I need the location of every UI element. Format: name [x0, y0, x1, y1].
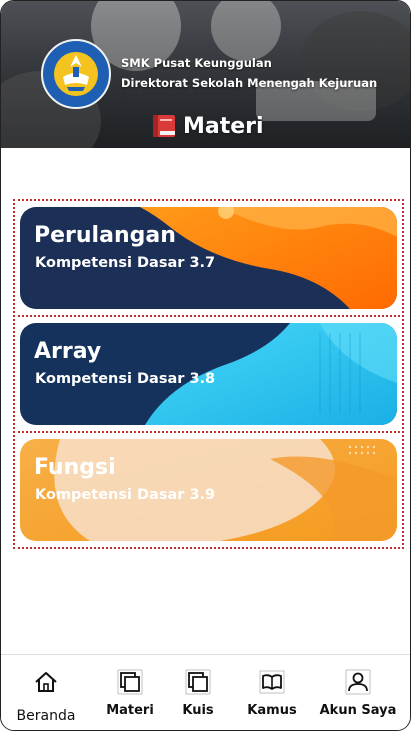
home-icon: [35, 672, 57, 692]
nav-label: Kuis: [182, 703, 214, 718]
nav-materi[interactable]: Materi: [99, 655, 161, 730]
book-stack-icon: [153, 115, 175, 137]
phone-frame: SMK Pusat Keunggulan Direktorat Sekolah …: [0, 0, 411, 731]
materi-list: Perulangan Kompetensi Dasar 3.7 Array Ko…: [13, 199, 406, 549]
card-array[interactable]: Array Kompetensi Dasar 3.8: [20, 323, 397, 425]
tut-wuri-handayani-logo: [41, 39, 111, 109]
book-icon: [259, 670, 285, 694]
card-selection-frame: Perulangan Kompetensi Dasar 3.7: [13, 199, 404, 317]
nav-kamus[interactable]: Kamus: [241, 655, 303, 730]
card-title: Fungsi: [34, 455, 116, 480]
card-title: Array: [34, 339, 102, 364]
nav-label: Materi: [106, 703, 154, 718]
organization-name: SMK Pusat Keunggulan Direktorat Sekolah …: [121, 53, 377, 93]
card-selection-frame: Array Kompetensi Dasar 3.8: [13, 315, 404, 433]
card-subtitle: Kompetensi Dasar 3.8: [35, 371, 216, 387]
nav-label: Beranda: [16, 708, 76, 724]
card-title: Perulangan: [34, 223, 176, 248]
page-title-text: Materi: [183, 113, 264, 139]
nav-label: Kamus: [247, 703, 297, 718]
org-line-2: Direktorat Sekolah Menengah Kejuruan: [121, 76, 378, 90]
header-banner: SMK Pusat Keunggulan Direktorat Sekolah …: [1, 1, 410, 148]
pages-icon: [185, 669, 211, 695]
card-subtitle: Kompetensi Dasar 3.7: [35, 255, 216, 271]
org-line-1: SMK Pusat Keunggulan: [121, 56, 272, 70]
card-perulangan[interactable]: Perulangan Kompetensi Dasar 3.7: [20, 207, 397, 309]
card-subtitle: Kompetensi Dasar 3.9: [35, 487, 216, 503]
nav-beranda[interactable]: Beranda: [13, 655, 79, 730]
page-title: Materi: [151, 113, 264, 139]
pages-icon: [117, 669, 143, 695]
card-fungsi[interactable]: Fungsi Kompetensi Dasar 3.9: [20, 439, 397, 541]
nav-kuis[interactable]: Kuis: [169, 655, 227, 730]
bottom-navigation: Beranda Materi Kuis Kamus Akun Saya: [1, 654, 410, 730]
user-icon: [345, 669, 371, 695]
card-selection-frame: Fungsi Kompetensi Dasar 3.9: [13, 431, 404, 549]
nav-label: Akun Saya: [319, 703, 397, 718]
nav-akun-saya[interactable]: Akun Saya: [315, 655, 401, 730]
